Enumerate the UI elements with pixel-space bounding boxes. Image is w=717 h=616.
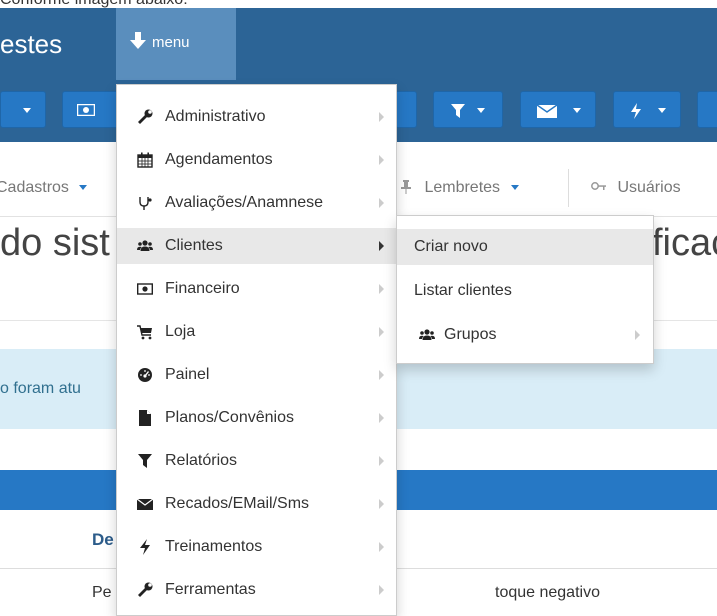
caret-down-icon (573, 108, 581, 113)
menu-item-planos[interactable]: Planos/Convênios (117, 400, 396, 436)
caret-down-icon (79, 185, 88, 191)
cart-icon (137, 325, 152, 340)
file-icon (139, 410, 151, 426)
menu-item-label: Financeiro (165, 280, 240, 297)
nav-separator (568, 169, 569, 207)
page-title-right: ficac (652, 222, 717, 264)
menu-item-financeiro[interactable]: Financeiro (117, 271, 396, 307)
submenu-item-label: Grupos (444, 326, 497, 343)
chevron-right-icon (379, 370, 384, 380)
chevron-right-icon (379, 456, 384, 466)
wrench-icon (138, 109, 153, 124)
submenu-item-label: Listar clientes (414, 282, 512, 299)
menu-item-label: Painel (165, 366, 210, 383)
menu-item-label: Agendamentos (165, 151, 273, 168)
nav-cadastros-label: Cadastros (0, 179, 69, 196)
nav-cadastros[interactable]: Cadastros (0, 179, 88, 197)
menu-item-agendamentos[interactable]: Agendamentos (117, 142, 396, 178)
nav-lembretes[interactable]: Lembretes (400, 179, 519, 197)
caret-down-icon (23, 108, 31, 113)
calendar-icon (137, 152, 153, 168)
alert-text: o foram atu (0, 380, 81, 397)
menu-item-label: Ferramentas (165, 581, 256, 598)
toolbar-button-filter[interactable] (433, 91, 503, 128)
menu-item-painel[interactable]: Painel (117, 357, 396, 393)
pin-icon (401, 180, 411, 194)
stethoscope-icon (139, 197, 152, 210)
menu-item-treinamentos[interactable]: Treinamentos (117, 529, 396, 565)
money-icon (77, 104, 95, 116)
menu-item-label: Treinamentos (165, 538, 263, 555)
toolbar-button-bolt[interactable] (613, 91, 681, 128)
dashboard-icon (138, 368, 152, 382)
chevron-right-icon (379, 198, 384, 208)
bolt-icon (631, 103, 641, 119)
top-navbar: estes menu (0, 8, 717, 80)
caret-down-icon (658, 108, 666, 113)
chevron-right-icon (379, 284, 384, 294)
filter-icon (138, 454, 152, 468)
chevron-right-icon (635, 330, 640, 340)
toolbar-button-money[interactable] (62, 91, 122, 128)
chevron-right-icon (379, 155, 384, 165)
table-header-cell: De (92, 530, 114, 549)
envelope-icon (137, 498, 153, 510)
toolbar-button-7[interactable] (697, 91, 717, 128)
menu-item-loja[interactable]: Loja (117, 314, 396, 350)
caret-down-icon (510, 185, 519, 191)
chevron-right-icon (379, 499, 384, 509)
clientes-submenu: Criar novo Listar clientes Grupos (396, 215, 654, 364)
menu-item-label: Clientes (165, 237, 223, 254)
submenu-item-grupos[interactable]: Grupos (397, 317, 653, 353)
nav-usuarios-label: Usuários (617, 179, 681, 196)
chevron-right-icon (379, 241, 384, 251)
chevron-right-icon (379, 327, 384, 337)
menu-item-clientes[interactable]: Clientes (117, 228, 396, 264)
submenu-item-label: Criar novo (414, 238, 488, 255)
submenu-item-criar-novo[interactable]: Criar novo (397, 229, 653, 265)
chevron-right-icon (379, 542, 384, 552)
chevron-right-icon (379, 112, 384, 122)
menu-item-administrativo[interactable]: Administrativo (117, 99, 396, 135)
table-cell: Pe (92, 584, 112, 601)
menu-button[interactable]: menu (116, 8, 236, 80)
menu-item-avaliacoes[interactable]: Avaliações/Anamnese (117, 185, 396, 221)
filter-icon (451, 104, 465, 118)
money-icon (137, 283, 153, 295)
wrench-icon (138, 582, 153, 597)
caret-down-icon (477, 108, 485, 113)
arrow-down-icon (130, 32, 146, 49)
menu-item-label: Administrativo (165, 108, 266, 125)
users-icon (419, 329, 435, 340)
table-cell-right: toque negativo (495, 584, 600, 601)
menu-item-label: Planos/Convênios (165, 409, 294, 426)
menu-item-label: Loja (165, 323, 196, 340)
menu-item-label: Avaliações/Anamnese (165, 194, 324, 211)
envelope-icon (537, 105, 557, 118)
page-title-left: do sist (0, 222, 110, 264)
nav-usuarios[interactable]: Usuários (591, 179, 681, 197)
menu-button-label: menu (152, 34, 190, 51)
toolbar-button-envelope[interactable] (520, 91, 596, 128)
brand-title[interactable]: estes (0, 29, 62, 60)
key-icon (591, 182, 606, 190)
chevron-right-icon (379, 413, 384, 423)
menu-item-relatorios[interactable]: Relatórios (117, 443, 396, 479)
bolt-icon (140, 539, 150, 555)
submenu-item-listar-clientes[interactable]: Listar clientes (397, 273, 653, 309)
nav-lembretes-label: Lembretes (424, 179, 501, 196)
menu-item-ferramentas[interactable]: Ferramentas (117, 572, 396, 608)
toolbar-button-3[interactable] (395, 91, 417, 128)
menu-item-label: Relatórios (165, 452, 238, 469)
chevron-right-icon (379, 585, 384, 595)
main-dropdown-menu: Administrativo Agendamentos Avaliações/A… (116, 84, 397, 616)
menu-item-recados[interactable]: Recados/EMail/Sms (117, 486, 396, 522)
toolbar-button-1[interactable] (0, 91, 46, 128)
users-icon (137, 240, 153, 251)
menu-item-label: Recados/EMail/Sms (165, 495, 310, 512)
